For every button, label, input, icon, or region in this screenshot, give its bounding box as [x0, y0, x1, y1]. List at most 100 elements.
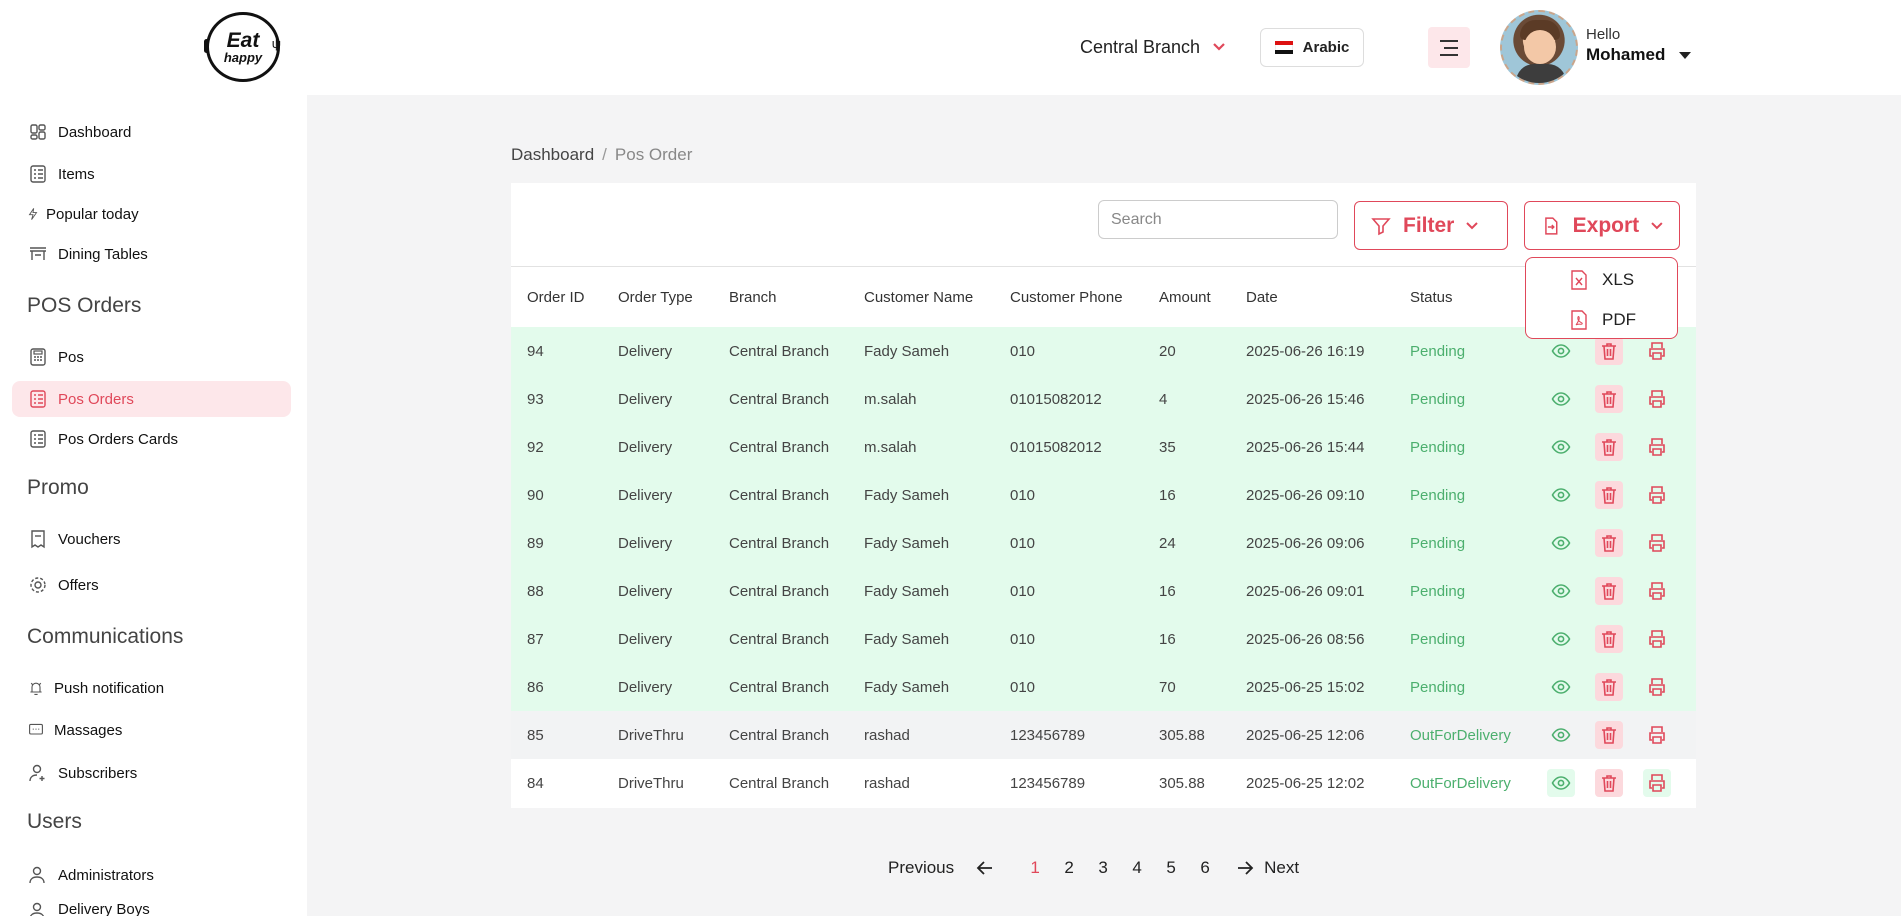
sidebar-item-offers[interactable]: Offers: [12, 567, 291, 603]
view-order-button[interactable]: [1547, 769, 1575, 797]
language-button[interactable]: Arabic: [1260, 28, 1364, 67]
egypt-flag-icon: [1274, 41, 1293, 54]
sidebar-item-pos-orders[interactable]: Pos Orders: [12, 381, 291, 417]
cell-customer: rashad: [848, 759, 994, 807]
search-input[interactable]: [1098, 200, 1338, 239]
page-number-button[interactable]: 4: [1120, 858, 1154, 878]
sidebar-item-label: Popular today: [46, 205, 139, 223]
page-number-button[interactable]: 5: [1154, 858, 1188, 878]
sidebar-item-push-notification[interactable]: Push notification: [12, 670, 291, 706]
cell-date: 2025-06-26 16:19: [1230, 327, 1394, 375]
branch-selector[interactable]: Central Branch: [1080, 34, 1226, 60]
cell-type: Delivery: [602, 519, 713, 567]
sidebar-item-subscribers[interactable]: Subscribers: [12, 755, 291, 791]
sidebar-item-delivery-boys[interactable]: Delivery Boys: [12, 899, 291, 916]
delete-order-button[interactable]: [1595, 529, 1623, 557]
eye-icon: [1551, 392, 1571, 406]
page-number-button[interactable]: 3: [1086, 858, 1120, 878]
avatar[interactable]: [1500, 10, 1578, 85]
eye-icon: [1551, 344, 1571, 358]
view-order-button[interactable]: [1547, 481, 1575, 509]
sidebar-item-massages[interactable]: Massages: [12, 712, 291, 748]
printer-icon: [1649, 678, 1665, 696]
cell-amount: 24: [1143, 519, 1230, 567]
view-order-button[interactable]: [1547, 385, 1575, 413]
export-xls-option[interactable]: XLS: [1570, 268, 1634, 292]
export-pdf-option[interactable]: PDF: [1570, 308, 1636, 332]
page-number-button[interactable]: 1: [1018, 858, 1052, 878]
table-row[interactable]: 94 Delivery Central Branch Fady Sameh 010 20 2…: [511, 327, 1696, 375]
view-order-button[interactable]: [1547, 433, 1575, 461]
next-page-button[interactable]: Next: [1236, 858, 1299, 878]
delete-order-button[interactable]: [1595, 721, 1623, 749]
view-order-button[interactable]: [1547, 673, 1575, 701]
next-page-label: Next: [1264, 858, 1300, 877]
arrow-left-icon[interactable]: [976, 860, 994, 876]
delete-order-button[interactable]: [1595, 625, 1623, 653]
table-row[interactable]: 89 Delivery Central Branch Fady Sameh 010 24 2…: [511, 519, 1696, 567]
delete-order-button[interactable]: [1595, 673, 1623, 701]
sidebar-item-pos[interactable]: Pos: [12, 339, 291, 375]
table-row[interactable]: 92 Delivery Central Branch m.salah 010150820…: [511, 423, 1696, 471]
delete-order-button[interactable]: [1595, 769, 1623, 797]
print-order-button[interactable]: [1643, 673, 1671, 701]
cell-amount: 70: [1143, 663, 1230, 711]
cell-amount: 305.88: [1143, 711, 1230, 759]
sidebar-item-dashboard[interactable]: Dashboard: [12, 114, 291, 150]
table-row[interactable]: 93 Delivery Central Branch m.salah 010150820…: [511, 375, 1696, 423]
app-logo[interactable]: Eat happy ψ: [204, 12, 281, 82]
sidebar-item-label: Massages: [54, 721, 123, 739]
user-menu[interactable]: Hello Mohamed: [1586, 26, 1692, 65]
sidebar-item-popular-today[interactable]: Popular today: [12, 196, 291, 232]
sidebar-item-administrators[interactable]: Administrators: [12, 857, 291, 893]
export-button[interactable]: Export: [1524, 201, 1680, 250]
view-order-button[interactable]: [1547, 577, 1575, 605]
table-row[interactable]: 90 Delivery Central Branch Fady Sameh 010 16 2…: [511, 471, 1696, 519]
print-order-button[interactable]: [1643, 577, 1671, 605]
print-order-button[interactable]: [1643, 433, 1671, 461]
menu-toggle-button[interactable]: [1428, 27, 1470, 68]
delete-order-button[interactable]: [1595, 337, 1623, 365]
print-order-button[interactable]: [1643, 385, 1671, 413]
column-header: Order Type: [618, 289, 693, 306]
column-header: Customer Name: [864, 289, 974, 306]
sidebar-item-items[interactable]: Items: [12, 156, 291, 192]
orders-panel: Filter Export Order ID Order Type Branch…: [511, 183, 1696, 808]
delete-order-button[interactable]: [1595, 385, 1623, 413]
gear-icon: [30, 577, 46, 593]
print-order-button[interactable]: [1643, 529, 1671, 557]
section-communications: Communications: [27, 625, 184, 648]
delete-order-button[interactable]: [1595, 433, 1623, 461]
table-row[interactable]: 84 DriveThru Central Branch rashad 123456789…: [511, 759, 1696, 807]
cards-icon: [30, 430, 46, 448]
sidebar-item-pos-orders-cards[interactable]: Pos Orders Cards: [12, 421, 291, 457]
previous-page-button[interactable]: Previous: [888, 858, 954, 878]
breadcrumb-home[interactable]: Dashboard: [511, 145, 594, 165]
delete-order-button[interactable]: [1595, 577, 1623, 605]
cell-phone: 010: [994, 663, 1143, 711]
table-row[interactable]: 87 Delivery Central Branch Fady Sameh 010 16 2…: [511, 615, 1696, 663]
view-order-button[interactable]: [1547, 337, 1575, 365]
sidebar-item-dining-tables[interactable]: Dining Tables: [12, 236, 291, 272]
user-icon: [29, 866, 45, 884]
table-row[interactable]: 85 DriveThru Central Branch rashad 123456789…: [511, 711, 1696, 759]
print-order-button[interactable]: [1643, 721, 1671, 749]
table-row[interactable]: 86 Delivery Central Branch Fady Sameh 010 70 2…: [511, 663, 1696, 711]
pagination: Previous 123456 Next: [888, 855, 1299, 881]
print-order-button[interactable]: [1643, 625, 1671, 653]
table-row[interactable]: 88 Delivery Central Branch Fady Sameh 010 16 2…: [511, 567, 1696, 615]
print-order-button[interactable]: [1643, 769, 1671, 797]
view-order-button[interactable]: [1547, 529, 1575, 557]
page-number-button[interactable]: 6: [1188, 858, 1222, 878]
print-order-button[interactable]: [1643, 481, 1671, 509]
caret-down-icon[interactable]: [1679, 51, 1692, 59]
filter-button[interactable]: Filter: [1354, 201, 1508, 250]
print-order-button[interactable]: [1643, 337, 1671, 365]
view-order-button[interactable]: [1547, 721, 1575, 749]
sidebar-item-vouchers[interactable]: Vouchers: [12, 521, 291, 557]
view-order-button[interactable]: [1547, 625, 1575, 653]
page-number-button[interactable]: 2: [1052, 858, 1086, 878]
delete-order-button[interactable]: [1595, 481, 1623, 509]
bell-icon: [30, 682, 42, 695]
breadcrumb-separator: /: [602, 145, 607, 164]
